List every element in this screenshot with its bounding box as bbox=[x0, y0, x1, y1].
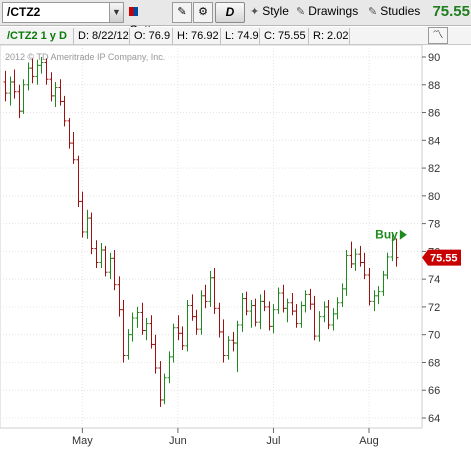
close-readout: C: 75.55 bbox=[261, 28, 309, 44]
y-tick-label: 68 bbox=[428, 357, 440, 369]
y-tick-label: 82 bbox=[428, 163, 440, 175]
style-button[interactable]: ✦ Style bbox=[248, 2, 292, 23]
x-tick-label: Aug bbox=[359, 435, 379, 447]
toolbar: /CTZ2 ▼ Cott... ✎ ⚙ D ✦Style ✎Drawings ✎… bbox=[0, 0, 471, 37]
edit-tool-button[interactable]: ✎ bbox=[172, 2, 192, 23]
y-tick-label: 64 bbox=[428, 413, 440, 425]
low-readout: L: 74.9 bbox=[222, 28, 260, 44]
x-tick-label: Jul bbox=[266, 435, 280, 447]
buy-label: Buy bbox=[375, 228, 398, 242]
y-axis: 6466687072747678808284868890 bbox=[422, 52, 440, 425]
y-tick-label: 88 bbox=[428, 80, 440, 92]
studies-button[interactable]: ✎ Studies bbox=[366, 2, 424, 23]
y-tick-label: 84 bbox=[428, 135, 440, 147]
last-price: 75.55 bbox=[432, 3, 470, 20]
y-tick-label: 90 bbox=[428, 52, 440, 64]
x-tick-label: May bbox=[72, 435, 93, 447]
y-tick-label: 70 bbox=[428, 330, 440, 342]
settings-tool-button[interactable]: ⚙ bbox=[193, 2, 213, 23]
price-tag: 75.55 bbox=[422, 249, 461, 266]
price-chart[interactable]: 2012 © TD Ameritrade IP Company, Inc. 64… bbox=[0, 45, 471, 449]
x-axis: May Jun Jul Aug bbox=[72, 428, 379, 447]
open-readout: O: 76.9 bbox=[131, 28, 173, 44]
date-readout: D: 8/22/12 bbox=[75, 28, 130, 44]
studies-icon: ✎ bbox=[368, 6, 378, 18]
pencil-icon: ✎ bbox=[177, 6, 187, 18]
cott-dropdown[interactable]: Cott... bbox=[126, 2, 172, 37]
chart-line-icon: 〽 bbox=[432, 29, 444, 41]
y-tick-label: 72 bbox=[428, 302, 440, 314]
plot-area bbox=[0, 45, 423, 429]
chevron-down-icon: ▼ bbox=[112, 7, 121, 17]
style-label: Style bbox=[262, 4, 289, 18]
y-tick-label: 80 bbox=[428, 191, 440, 203]
flag-icon bbox=[129, 7, 138, 16]
chart-title: /CTZ2 1 y D bbox=[4, 28, 74, 44]
y-tick-label: 74 bbox=[428, 274, 440, 286]
symbol-dropdown-button[interactable]: ▼ bbox=[109, 2, 124, 23]
studies-label: Studies bbox=[380, 4, 421, 18]
range-readout: R: 2.02 bbox=[310, 28, 350, 44]
symbol-input[interactable]: /CTZ2 bbox=[2, 2, 124, 23]
y-tick-label: 86 bbox=[428, 108, 440, 120]
drawings-label: Drawings bbox=[308, 4, 359, 18]
drawings-icon: ✎ bbox=[296, 6, 306, 18]
aggregation-d-button[interactable]: D bbox=[215, 2, 245, 23]
price-tag-label: 75.55 bbox=[430, 253, 458, 265]
style-icon: ✦ bbox=[250, 6, 260, 18]
wrench-icon: ⚙ bbox=[198, 6, 208, 18]
drawings-button[interactable]: ✎ Drawings bbox=[294, 2, 364, 23]
y-tick-label: 66 bbox=[428, 385, 440, 397]
info-bar: /CTZ2 1 y D D: 8/22/12 O: 76.9 H: 76.92 … bbox=[0, 27, 471, 45]
x-tick-label: Jun bbox=[169, 435, 187, 447]
chart-settings-button[interactable]: 〽 bbox=[428, 27, 448, 44]
high-readout: H: 76.92 bbox=[174, 28, 221, 44]
y-tick-label: 78 bbox=[428, 219, 440, 231]
watermark-text: 2012 © TD Ameritrade IP Company, Inc. bbox=[5, 52, 165, 62]
